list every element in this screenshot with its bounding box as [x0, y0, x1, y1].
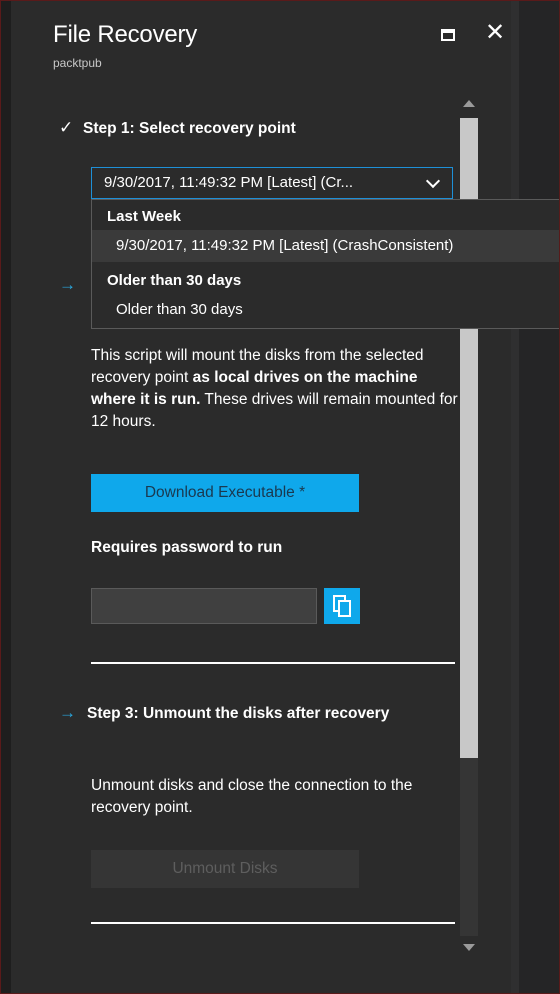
- option-latest-recovery-point[interactable]: 9/30/2017, 11:49:32 PM [Latest] (CrashCo…: [92, 230, 559, 262]
- blade-subtitle: packtpub: [53, 56, 102, 70]
- copy-button[interactable]: [324, 588, 360, 624]
- background-panel: [511, 1, 559, 993]
- scroll-up-icon[interactable]: [463, 100, 475, 107]
- recovery-point-dropdown[interactable]: 9/30/2017, 11:49:32 PM [Latest] (Cr...: [91, 167, 453, 199]
- option-label: 9/30/2017, 11:49:32 PM [Latest] (CrashCo…: [116, 237, 454, 254]
- step2-description: This script will mount the disks from th…: [91, 345, 461, 433]
- step3-label: Step 3: Unmount the disks after recovery: [87, 705, 390, 722]
- step1-label: Step 1: Select recovery point: [83, 120, 296, 137]
- step1-header: ✓ Step 1: Select recovery point: [59, 118, 296, 140]
- arrow-right-icon: →: [59, 275, 76, 294]
- app-frame: File Recovery packtpub ✕ ✓ Step 1: Selec…: [0, 0, 560, 994]
- group-header-last-week: Last Week: [107, 208, 181, 225]
- scroll-down-icon[interactable]: [463, 944, 475, 951]
- arrow-right-icon: →: [59, 703, 76, 722]
- maximize-icon[interactable]: [441, 29, 455, 41]
- file-recovery-blade: File Recovery packtpub ✕ ✓ Step 1: Selec…: [11, 1, 511, 993]
- password-label: Requires password to run: [91, 539, 283, 556]
- password-field[interactable]: [91, 588, 317, 624]
- blade-title: File Recovery: [53, 21, 198, 48]
- download-executable-button[interactable]: Download Executable *: [91, 474, 359, 512]
- step3-description: Unmount disks and close the connection t…: [91, 777, 413, 816]
- step3-header: → Step 3: Unmount the disks after recove…: [59, 703, 407, 725]
- dropdown-selected-value: 9/30/2017, 11:49:32 PM [Latest] (Cr...: [104, 174, 354, 191]
- group-header-older: Older than 30 days: [107, 272, 242, 289]
- chevron-down-icon: [425, 173, 441, 189]
- unmount-disks-button[interactable]: Unmount Disks: [91, 850, 359, 888]
- recovery-point-list: Last Week 9/30/2017, 11:49:32 PM [Latest…: [91, 199, 559, 329]
- option-label: Older than 30 days: [116, 301, 243, 318]
- divider-step2: [91, 662, 455, 664]
- check-icon: ✓: [59, 118, 74, 137]
- copy-icon: [333, 595, 351, 617]
- panel-stripe: [511, 1, 519, 993]
- divider-step3: [91, 922, 455, 924]
- option-older-than-30-days[interactable]: Older than 30 days: [92, 294, 559, 326]
- close-icon[interactable]: ✕: [485, 19, 505, 47]
